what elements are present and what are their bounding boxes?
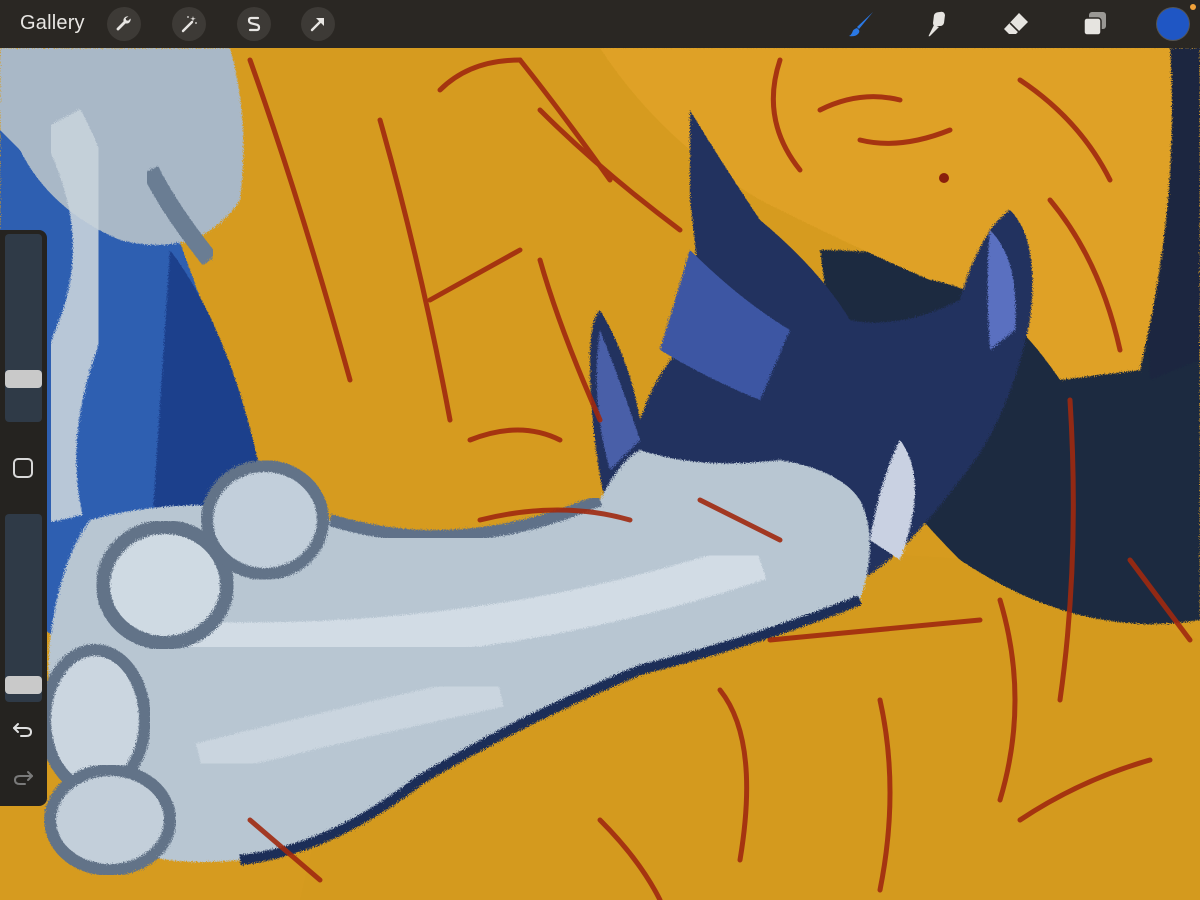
eraser-icon	[1004, 13, 1028, 34]
eraser-tool-button[interactable]	[1000, 8, 1032, 40]
transform-arrow-icon	[310, 18, 324, 32]
left-sidebar	[0, 230, 47, 806]
layers-icon	[1083, 12, 1106, 36]
brush-icon	[849, 12, 873, 37]
layers-button[interactable]	[1079, 8, 1111, 40]
selection-button[interactable]	[237, 7, 271, 41]
drawing-canvas[interactable]	[0, 0, 1200, 900]
wrench-icon	[116, 16, 131, 31]
adjustments-button[interactable]	[172, 7, 206, 41]
brush-opacity-slider[interactable]	[5, 514, 42, 702]
magic-wand-icon	[181, 16, 197, 33]
undo-button[interactable]	[10, 718, 36, 742]
color-picker-button[interactable]	[1157, 8, 1189, 40]
brush-size-slider[interactable]	[5, 234, 42, 422]
redo-arrow-icon	[13, 771, 33, 785]
undo-arrow-icon	[13, 723, 33, 737]
brush-size-thumb[interactable]	[5, 370, 42, 388]
selection-icon	[247, 16, 261, 32]
notification-dot	[1190, 4, 1196, 10]
smudge-tool-button[interactable]	[922, 8, 954, 40]
actions-button[interactable]	[107, 7, 141, 41]
top-toolbar: Gallery	[0, 0, 1200, 48]
smudge-icon	[928, 11, 945, 37]
brush-opacity-thumb[interactable]	[5, 676, 42, 694]
brush-tool-button[interactable]	[846, 8, 878, 40]
gallery-button[interactable]: Gallery	[20, 12, 85, 35]
modify-button[interactable]	[13, 458, 33, 478]
redo-button[interactable]	[10, 766, 36, 790]
transform-button[interactable]	[301, 7, 335, 41]
